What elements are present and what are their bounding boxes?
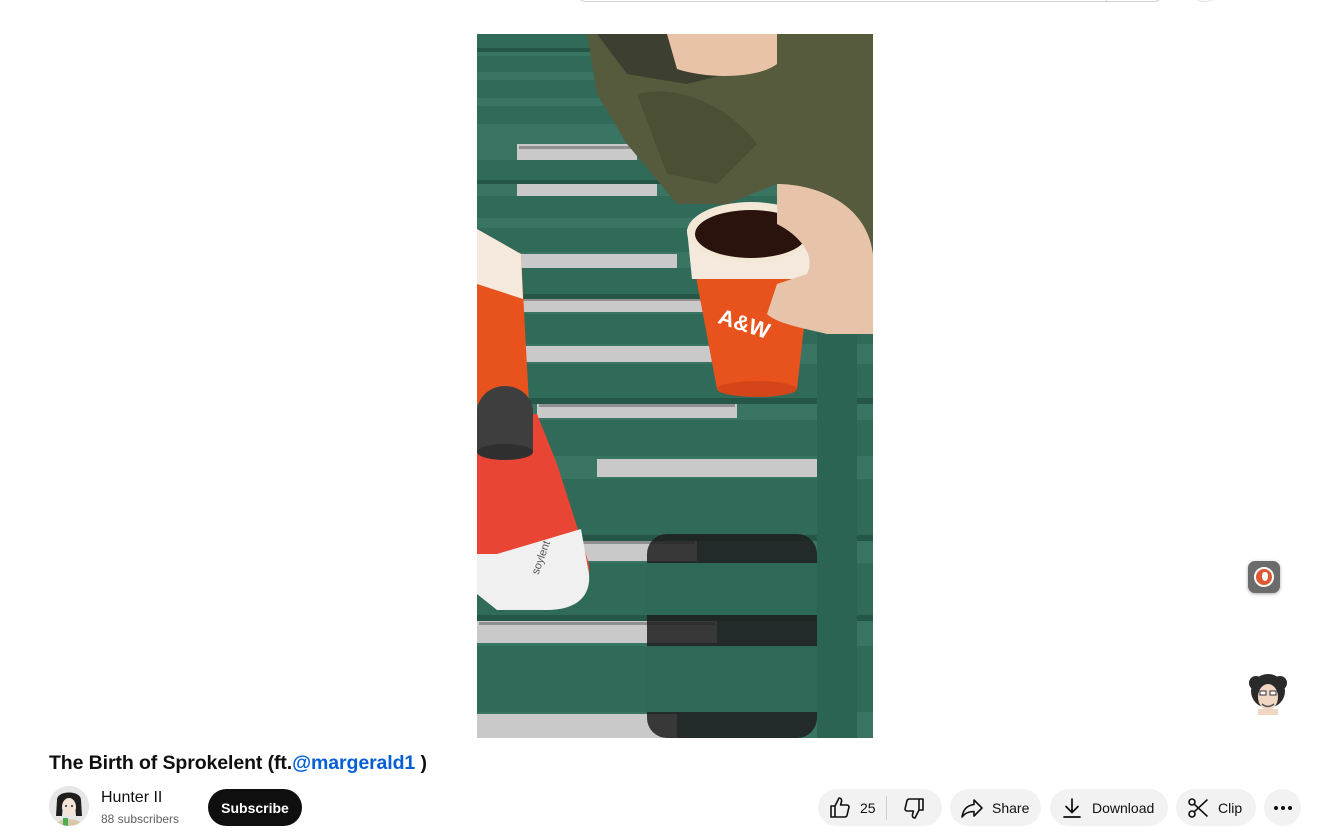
share-button[interactable]: Share — [950, 789, 1041, 826]
thumbs-down-icon — [904, 797, 925, 819]
video-title-end: ) — [415, 752, 428, 774]
channel-avatar[interactable] — [49, 786, 89, 826]
like-count: 25 — [860, 799, 876, 816]
share-label: Share — [992, 799, 1030, 816]
share-arrow-icon — [961, 798, 983, 818]
duckduckgo-icon — [1254, 567, 1274, 587]
video-player[interactable]: A&W soylent — [477, 34, 873, 738]
channel-avatar-image — [49, 786, 89, 826]
more-horizontal-icon — [1273, 805, 1292, 810]
cartoon-face-icon — [1249, 674, 1287, 715]
thumbs-up-icon — [830, 796, 850, 818]
like-dislike-group: 25 — [818, 789, 942, 826]
download-icon — [1063, 797, 1081, 818]
download-label: Download — [1092, 799, 1155, 816]
video-title: The Birth of Sprokelent (ft.@margerald1 … — [49, 752, 427, 775]
search-divider — [1106, 0, 1107, 1]
dislike-button[interactable] — [887, 789, 942, 826]
duckduckgo-extension-button[interactable] — [1248, 561, 1280, 593]
more-actions-button[interactable] — [1264, 789, 1301, 826]
search-box-edge[interactable] — [576, 0, 1164, 2]
clip-button[interactable]: Clip — [1176, 789, 1256, 826]
video-frame: A&W soylent — [477, 34, 873, 738]
mention-link[interactable]: @margerald1 — [292, 752, 415, 774]
video-title-text: The Birth of Sprokelent (ft. — [49, 752, 293, 774]
account-avatar[interactable] — [1192, 0, 1218, 2]
download-button[interactable]: Download — [1050, 789, 1168, 826]
clip-label: Clip — [1218, 799, 1243, 816]
subscribe-button[interactable]: Subscribe — [208, 789, 302, 826]
scissors-icon — [1188, 797, 1208, 818]
like-button[interactable]: 25 — [818, 789, 886, 826]
floating-avatar-button[interactable] — [1247, 673, 1289, 715]
subscriber-count: 88 subscribers — [101, 812, 180, 826]
channel-name[interactable]: Hunter II — [101, 789, 162, 807]
